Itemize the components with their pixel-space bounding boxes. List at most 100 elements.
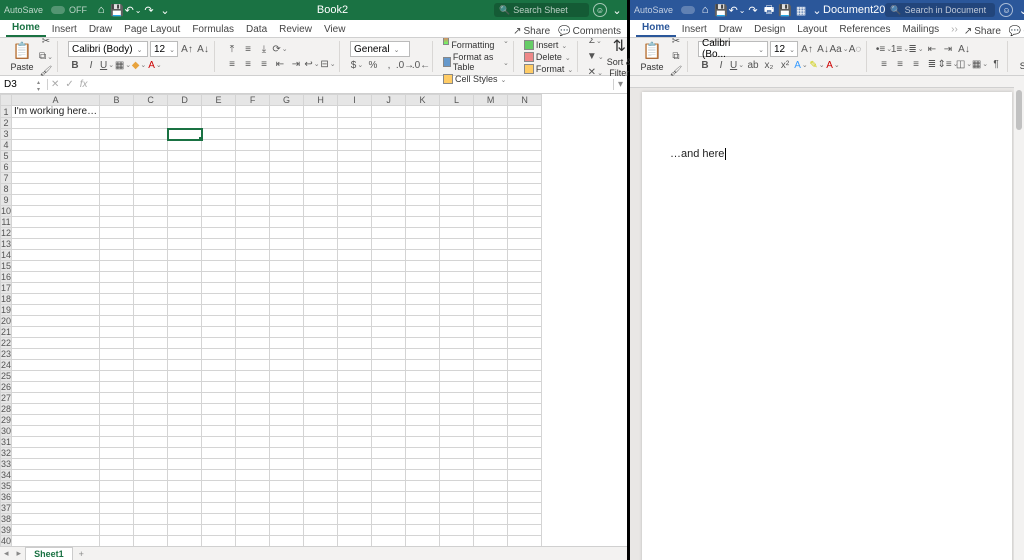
cell[interactable] <box>508 525 542 536</box>
undo-icon[interactable]: ↶ <box>127 4 139 16</box>
cell[interactable] <box>440 316 474 327</box>
cell[interactable] <box>474 327 508 338</box>
cell[interactable] <box>406 470 440 481</box>
cell[interactable] <box>168 305 202 316</box>
cell[interactable] <box>168 371 202 382</box>
cell[interactable] <box>372 228 406 239</box>
redo-icon[interactable]: ↷ <box>747 4 759 16</box>
cell[interactable] <box>100 382 134 393</box>
cell[interactable] <box>406 514 440 525</box>
cell[interactable] <box>12 415 100 426</box>
cell[interactable] <box>406 492 440 503</box>
cell[interactable] <box>12 283 100 294</box>
row-header[interactable]: 23 <box>1 349 12 360</box>
cell[interactable] <box>338 448 372 459</box>
cell[interactable] <box>406 294 440 305</box>
font-name-select[interactable]: Calibri (Body) <box>68 41 148 57</box>
cell[interactable] <box>270 173 304 184</box>
cell[interactable] <box>474 239 508 250</box>
cell[interactable] <box>304 217 338 228</box>
cell[interactable] <box>406 349 440 360</box>
cell[interactable] <box>236 536 270 547</box>
decrease-decimal-icon[interactable]: .0← <box>414 58 428 72</box>
cell[interactable] <box>168 217 202 228</box>
row-header[interactable]: 19 <box>1 305 12 316</box>
cell[interactable] <box>270 459 304 470</box>
cell[interactable] <box>440 536 474 547</box>
cell[interactable] <box>372 118 406 129</box>
search-box[interactable]: 🔍 Search Sheet <box>494 3 589 17</box>
cell[interactable] <box>236 118 270 129</box>
cell[interactable] <box>270 404 304 415</box>
paste-button[interactable]: 📋Paste <box>638 41 666 72</box>
cell[interactable] <box>372 536 406 547</box>
cell[interactable] <box>270 239 304 250</box>
cell[interactable] <box>270 338 304 349</box>
cell[interactable] <box>440 437 474 448</box>
cell[interactable] <box>202 294 236 305</box>
cell[interactable] <box>338 294 372 305</box>
cell[interactable] <box>134 536 168 547</box>
cell[interactable] <box>508 393 542 404</box>
row-header[interactable]: 37 <box>1 503 12 514</box>
cell[interactable] <box>508 217 542 228</box>
cell[interactable] <box>134 360 168 371</box>
cell[interactable] <box>338 250 372 261</box>
comments-button[interactable]: 💬Comments <box>1009 26 1024 37</box>
cell[interactable] <box>12 426 100 437</box>
font-color-button[interactable]: A <box>148 58 162 72</box>
cell[interactable] <box>508 371 542 382</box>
cell[interactable] <box>474 162 508 173</box>
cell[interactable] <box>474 426 508 437</box>
cell[interactable] <box>270 327 304 338</box>
styles-button[interactable]: A̲Styles <box>1018 42 1024 71</box>
sheet-tab[interactable]: Sheet1 <box>25 547 73 560</box>
cell[interactable] <box>100 371 134 382</box>
cell[interactable] <box>134 426 168 437</box>
cell[interactable] <box>202 217 236 228</box>
cell[interactable] <box>338 272 372 283</box>
cell[interactable] <box>100 272 134 283</box>
cell[interactable] <box>12 316 100 327</box>
cell[interactable] <box>406 162 440 173</box>
cell[interactable] <box>270 382 304 393</box>
cell[interactable] <box>202 106 236 118</box>
cell[interactable] <box>134 503 168 514</box>
cell[interactable] <box>270 228 304 239</box>
align-center-icon[interactable]: ≡ <box>893 57 907 71</box>
cell[interactable] <box>168 129 202 140</box>
cell[interactable] <box>100 404 134 415</box>
cell[interactable] <box>134 470 168 481</box>
cell[interactable] <box>134 305 168 316</box>
cell[interactable] <box>304 448 338 459</box>
cell[interactable] <box>338 371 372 382</box>
cell[interactable] <box>508 349 542 360</box>
cell[interactable] <box>440 525 474 536</box>
cell[interactable] <box>12 459 100 470</box>
cell[interactable] <box>372 294 406 305</box>
cell[interactable] <box>236 492 270 503</box>
cell[interactable] <box>474 283 508 294</box>
cell[interactable] <box>168 151 202 162</box>
fill-icon[interactable]: ▼ <box>588 50 602 64</box>
cell[interactable] <box>508 206 542 217</box>
cell[interactable] <box>202 272 236 283</box>
cell[interactable] <box>134 349 168 360</box>
cell[interactable] <box>100 261 134 272</box>
cell[interactable] <box>474 448 508 459</box>
cell[interactable] <box>406 459 440 470</box>
cell[interactable] <box>270 195 304 206</box>
cell[interactable] <box>202 536 236 547</box>
cell[interactable] <box>202 140 236 151</box>
cell[interactable] <box>12 305 100 316</box>
qat-more-icon[interactable]: ⌄ <box>811 4 823 16</box>
cell[interactable] <box>12 327 100 338</box>
cell[interactable] <box>236 184 270 195</box>
cell[interactable] <box>338 492 372 503</box>
cell[interactable] <box>270 349 304 360</box>
cell[interactable] <box>134 129 168 140</box>
feedback-icon[interactable]: ☺ <box>999 3 1013 17</box>
align-right-icon[interactable]: ≡ <box>257 57 271 71</box>
cell[interactable] <box>168 404 202 415</box>
cell[interactable] <box>304 250 338 261</box>
